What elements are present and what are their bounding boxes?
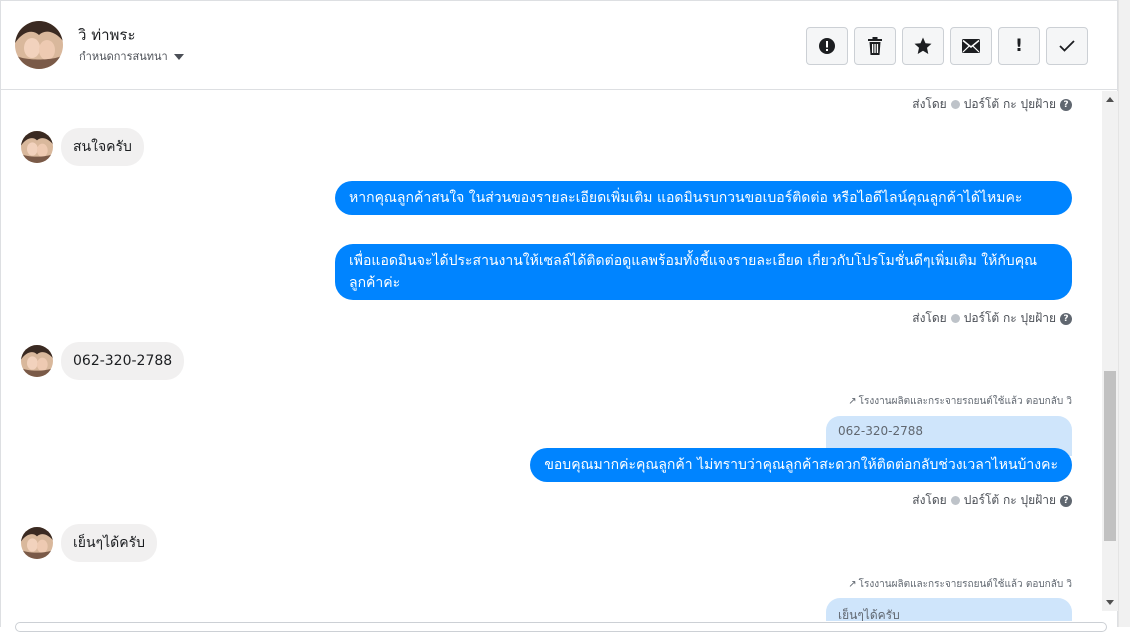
spam-alert-button[interactable] xyxy=(806,27,848,65)
conversation-panel: วิ ท่าพระ กำหนดการสนทนา ! ส่งโดย ปอร์โต้… xyxy=(0,0,1118,632)
caret-down-icon xyxy=(173,53,184,60)
scroll-up-icon[interactable] xyxy=(1106,97,1114,102)
reply-context: ↗ โรงงานผลิตและกระจายรถยนต์ใช้แล้ว ตอบกล… xyxy=(848,394,1072,409)
sender-name: ปอร์โต้ กะ ปุยฝ้าย xyxy=(963,493,1056,507)
conversation-header: วิ ท่าพระ กำหนดการสนทนา ! xyxy=(1,1,1117,90)
incoming-bubble[interactable]: เย็นๆได้ครับ xyxy=(61,524,157,562)
contact-avatar-small xyxy=(21,527,53,559)
reply-context-text: โรงงานผลิตและกระจายรถยนต์ใช้แล้ว ตอบกลับ… xyxy=(858,396,1072,407)
delete-button[interactable] xyxy=(854,27,896,65)
check-icon xyxy=(1059,40,1075,52)
follow-up-button[interactable]: ! xyxy=(998,27,1040,65)
sent-by-label: ส่งโดย ปอร์โต้ กะ ปุยฝ้าย ? xyxy=(912,95,1072,114)
conversation-toolbar: ! xyxy=(806,27,1088,65)
quoted-message[interactable]: เย็นๆได้ครับ xyxy=(826,598,1072,621)
star-icon xyxy=(914,37,932,54)
trash-icon xyxy=(868,37,882,55)
sender-name: ปอร์โต้ กะ ปุยฝ้าย xyxy=(963,97,1056,111)
sent-by-label: ส่งโดย ปอร์โต้ กะ ปุยฝ้าย ? xyxy=(912,491,1072,510)
alert-circle-icon xyxy=(819,38,835,54)
scroll-down-icon[interactable] xyxy=(1106,600,1114,605)
assign-conversation-dropdown[interactable]: กำหนดการสนทนา xyxy=(79,47,184,65)
incoming-bubble[interactable]: สนใจครับ xyxy=(61,128,144,166)
incoming-message: เย็นๆได้ครับ xyxy=(21,524,157,562)
message-composer[interactable] xyxy=(15,622,1107,632)
sent-by-prefix: ส่งโดย xyxy=(912,493,947,507)
exclamation-icon: ! xyxy=(1015,36,1023,56)
help-icon[interactable]: ? xyxy=(1060,312,1072,325)
contact-avatar-small xyxy=(21,345,53,377)
mark-unread-button[interactable] xyxy=(950,27,992,65)
incoming-message: 062-320-2788 xyxy=(21,342,185,380)
reply-context: ↗ โรงงานผลิตและกระจายรถยนต์ใช้แล้ว ตอบกล… xyxy=(848,577,1072,592)
message-thread[interactable]: ส่งโดย ปอร์โต้ กะ ปุยฝ้าย ? สนใจครับ หาก… xyxy=(1,91,1102,621)
thread-scrollbar-thumb[interactable] xyxy=(1104,371,1116,541)
outgoing-bubble[interactable]: ขอบคุณมากค่ะคุณลูกค้า ไม่ทราบว่าคุณลูกค้… xyxy=(530,448,1072,482)
help-icon[interactable]: ? xyxy=(1060,98,1072,111)
sender-name: ปอร์โต้ กะ ปุยฝ้าย xyxy=(963,311,1056,325)
help-icon[interactable]: ? xyxy=(1060,494,1072,507)
outgoing-bubble[interactable]: หากคุณลูกค้าสนใจ ในส่วนของรายละเอียดเพิ่… xyxy=(335,181,1072,215)
contact-avatar[interactable] xyxy=(15,21,63,69)
envelope-icon xyxy=(962,39,980,53)
sent-by-prefix: ส่งโดย xyxy=(912,97,947,111)
incoming-message: สนใจครับ xyxy=(21,128,144,166)
sent-by-label: ส่งโดย ปอร์โต้ กะ ปุยฝ้าย ? xyxy=(912,309,1072,328)
thread-scrollbar[interactable] xyxy=(1102,91,1118,611)
sender-status-icon xyxy=(950,496,960,505)
sender-status-icon xyxy=(950,100,960,109)
reply-arrow-icon: ↗ xyxy=(848,396,857,407)
assign-label: กำหนดการสนทนา xyxy=(79,50,168,63)
contact-name[interactable]: วิ ท่าพระ xyxy=(78,23,136,47)
reply-context-text: โรงงานผลิตและกระจายรถยนต์ใช้แล้ว ตอบกลับ… xyxy=(858,579,1072,590)
sender-status-icon xyxy=(950,314,960,323)
sent-by-prefix: ส่งโดย xyxy=(912,311,947,325)
done-button[interactable] xyxy=(1046,27,1088,65)
page-scrollbar[interactable] xyxy=(1118,0,1130,627)
outgoing-bubble[interactable]: เพื่อแอดมินจะได้ประสานงานให้เซลล์ได้ติดต… xyxy=(335,244,1072,300)
star-button[interactable] xyxy=(902,27,944,65)
reply-arrow-icon: ↗ xyxy=(848,579,857,590)
incoming-bubble[interactable]: 062-320-2788 xyxy=(61,342,185,380)
contact-avatar-small xyxy=(21,131,53,163)
